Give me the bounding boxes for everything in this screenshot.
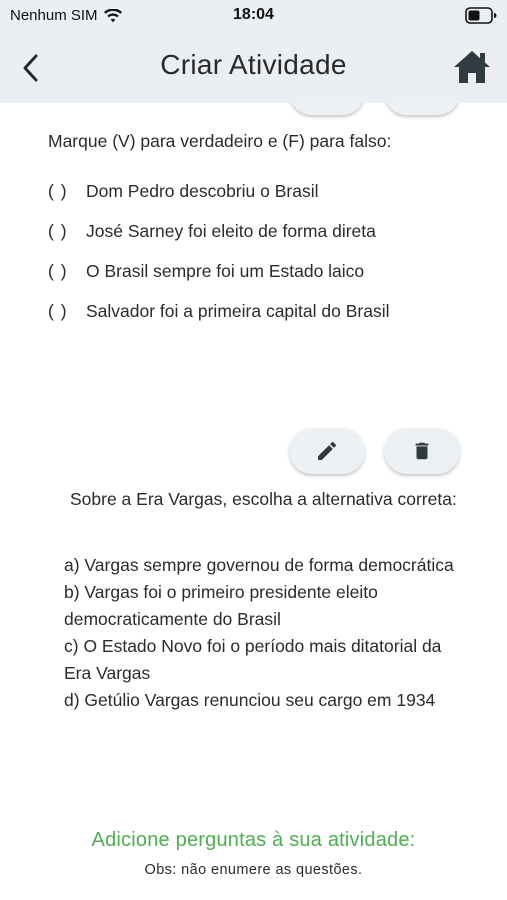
status-bar: Nenhum SIM 18:04 [0, 0, 507, 32]
question-1-option: ( ) O Brasil sempre foi um Estado laico [48, 251, 389, 291]
option-marker: ( ) [48, 180, 68, 201]
battery-icon [465, 7, 497, 24]
question-1-option: ( ) José Sarney foi eleito de forma dire… [48, 211, 389, 251]
option-text: Dom Pedro descobriu o Brasil [86, 180, 319, 201]
question-2-text: Sobre a Era Vargas, escolha a alternativ… [70, 489, 457, 509]
option-text: José Sarney foi eleito de forma direta [86, 220, 376, 241]
add-questions-note: Obs: não enumere as questões. [144, 862, 363, 878]
question-2-option: c) O Estado Novo foi o período mais dita… [64, 636, 442, 683]
edit-button[interactable] [289, 428, 365, 474]
trash-icon [415, 442, 429, 460]
question-1-option: ( ) Salvador foi a primeira capital do B… [48, 291, 389, 331]
pencil-icon [318, 441, 337, 460]
header: Nenhum SIM 18:04 Criar Atividade [0, 0, 507, 103]
option-marker: ( ) [48, 260, 68, 281]
question-2-option: b) Vargas foi o primeiro presidente elei… [64, 582, 378, 629]
option-text: Salvador foi a primeira capital do Brasi… [86, 300, 390, 321]
home-button[interactable] [451, 46, 493, 88]
question-1-option: ( ) Dom Pedro descobriu o Brasil [48, 171, 389, 211]
option-marker: ( ) [48, 220, 68, 241]
clock: 18:04 [233, 6, 274, 23]
delete-button[interactable] [384, 428, 460, 474]
question-1-options: ( ) Dom Pedro descobriu o Brasil ( ) Jos… [48, 171, 389, 331]
nav-bar: Criar Atividade [0, 38, 507, 98]
option-marker: ( ) [48, 300, 68, 321]
create-activity-screen: Marque (V) para verdadeiro e (F) para fa… [0, 0, 507, 900]
question-2-options: a) Vargas sempre governou de forma democ… [64, 552, 464, 714]
home-icon [454, 51, 490, 83]
option-text: O Brasil sempre foi um Estado laico [86, 260, 365, 281]
add-questions-title: Adicione perguntas à sua atividade: [91, 829, 416, 851]
question-1-text: Marque (V) para verdadeiro e (F) para fa… [48, 131, 392, 151]
question-2-option: a) Vargas sempre governou de forma democ… [64, 555, 454, 575]
question-2-option: d) Getúlio Vargas renunciou seu cargo em… [64, 690, 436, 710]
page-title: Criar Atividade [160, 49, 347, 80]
